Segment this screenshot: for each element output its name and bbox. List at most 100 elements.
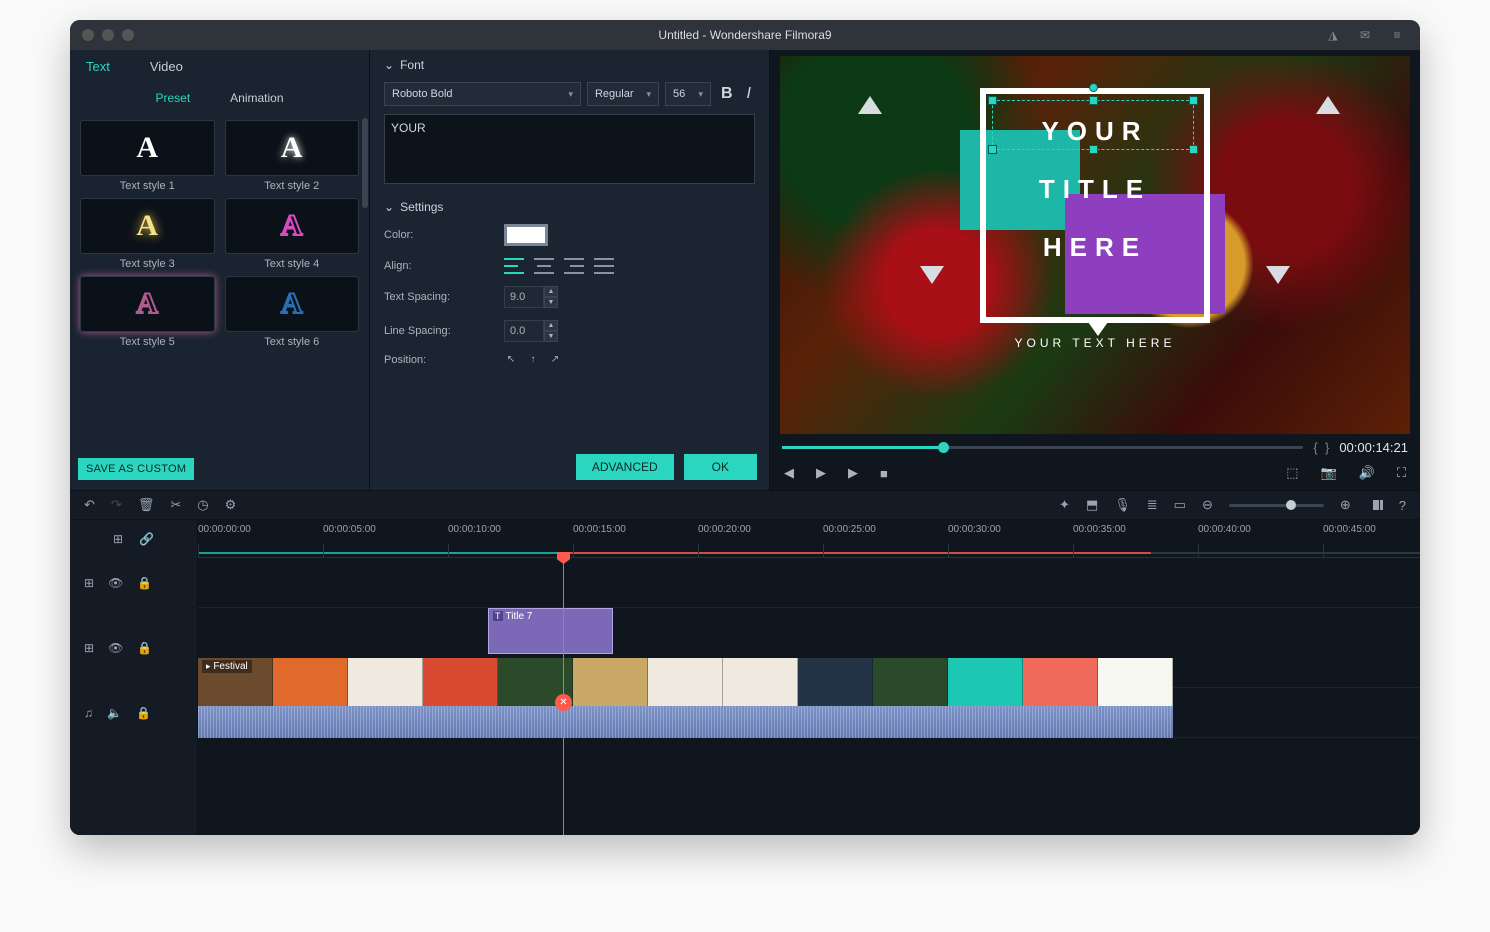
step-down-icon[interactable]: ▼ [544, 297, 558, 308]
color-label: Color: [384, 229, 504, 241]
undo-icon[interactable]: ↶ [84, 497, 95, 513]
menu-icon[interactable]: ≡ [1390, 28, 1404, 42]
video-clip[interactable] [198, 658, 1173, 738]
speed-icon[interactable]: ◷ [197, 497, 208, 513]
top-tabs: Text Video [70, 50, 369, 82]
voiceover-icon[interactable]: 🎙 [1114, 497, 1131, 513]
advanced-button[interactable]: ADVANCED [576, 454, 674, 480]
rotate-handle[interactable] [1089, 83, 1098, 92]
color-swatch[interactable] [504, 224, 548, 246]
preview-canvas[interactable]: YOUR TITLE HERE YOUR TEXT HERE [780, 56, 1410, 434]
zoom-out-icon[interactable]: ⊖ [1202, 497, 1213, 513]
lock-icon[interactable]: 🔒 [137, 576, 152, 590]
stop-button[interactable]: ■ [880, 466, 888, 481]
playhead[interactable]: ✕ [563, 558, 564, 835]
align-center-button[interactable] [534, 258, 554, 274]
align-justify-button[interactable] [594, 258, 614, 274]
play-button[interactable]: ▶ [816, 465, 826, 481]
quality-icon[interactable]: ⬚ [1286, 465, 1298, 481]
crop-icon[interactable]: ▭ [1174, 497, 1186, 513]
lock-icon[interactable]: 🔒 [136, 706, 151, 720]
italic-button[interactable]: I [743, 85, 755, 103]
eye-icon[interactable]: 👁 [108, 641, 123, 655]
font-weight-select[interactable]: Regular▾ [587, 82, 659, 106]
preset-item[interactable]: AText style 2 [225, 120, 360, 192]
save-as-custom-button[interactable]: SAVE AS CUSTOM [78, 458, 194, 480]
preset-item[interactable]: AText style 4 [225, 198, 360, 270]
subtitle-text[interactable]: YOUR TEXT HERE [980, 336, 1210, 350]
preview-scrubber[interactable]: { } 00:00:14:21 [782, 438, 1408, 456]
ok-button[interactable]: OK [684, 454, 757, 480]
lock-icon[interactable]: 🔒 [137, 641, 152, 655]
app-window: Untitled - Wondershare Filmora9 ◮ ✉ ≡ Te… [70, 20, 1420, 835]
fullscreen-icon[interactable]: ⛶ [1397, 465, 1406, 481]
scrubber-knob[interactable] [938, 442, 949, 453]
zoom-in-icon[interactable]: ⊕ [1340, 497, 1351, 513]
help-icon[interactable]: ? [1399, 498, 1406, 513]
video-track-header: ⊞ 👁 🔒 [70, 608, 197, 688]
preset-scrollbar[interactable] [362, 118, 368, 208]
marker-icon [858, 96, 882, 114]
step-up-icon[interactable]: ▲ [544, 286, 558, 297]
chevron-down-icon: ⌄ [384, 200, 394, 214]
pos-tr-button[interactable]: ↗ [548, 354, 562, 366]
delete-icon[interactable]: 🗑 [138, 497, 155, 513]
loop-brackets-icon[interactable]: { } [1313, 440, 1329, 455]
resize-handle[interactable] [1089, 96, 1098, 105]
preset-item[interactable]: AText style 1 [80, 120, 215, 192]
minimize-window-icon[interactable] [102, 29, 114, 41]
tab-text[interactable]: Text [86, 59, 110, 74]
time-ruler[interactable]: 00:00:00:0000:00:05:0000:00:10:0000:00:1… [198, 520, 1420, 558]
track-headers: ⊞ 🔗 ⊞ 👁 🔒 ⊞ 👁 🔒 ♫ 🔈 🔒 [70, 520, 198, 835]
resize-handle[interactable] [1189, 145, 1198, 154]
pos-tl-button[interactable]: ↖ [504, 354, 518, 366]
align-right-button[interactable] [564, 258, 584, 274]
speaker-icon[interactable]: 🔈 [107, 706, 122, 720]
maximize-window-icon[interactable] [122, 29, 134, 41]
pos-t-button[interactable]: ↑ [526, 354, 540, 366]
eye-icon[interactable]: 👁 [108, 576, 123, 590]
resize-handle[interactable] [1189, 96, 1198, 105]
text-selection-box[interactable] [992, 100, 1194, 150]
text-spacing-stepper[interactable]: 9.0▲▼ [504, 286, 755, 308]
subtab-preset[interactable]: Preset [155, 91, 190, 105]
close-window-icon[interactable] [82, 29, 94, 41]
text-content-input[interactable]: YOUR [384, 114, 755, 184]
step-down-icon[interactable]: ▼ [544, 331, 558, 342]
account-icon[interactable]: ◮ [1326, 28, 1340, 42]
render-icon[interactable]: ✦ [1059, 497, 1070, 513]
preset-item[interactable]: AText style 5 [80, 276, 215, 348]
tab-video[interactable]: Video [150, 59, 183, 74]
settings-section-header[interactable]: ⌄Settings [384, 200, 755, 214]
title-clip[interactable]: TTitle 7 [488, 608, 613, 654]
preset-item[interactable]: AText style 3 [80, 198, 215, 270]
step-up-icon[interactable]: ▲ [544, 320, 558, 331]
redo-icon[interactable]: ↷ [111, 497, 122, 513]
preset-item[interactable]: AText style 6 [225, 276, 360, 348]
adjust-icon[interactable]: ⚙ [225, 497, 237, 513]
resize-handle[interactable] [1089, 145, 1098, 154]
font-section-header[interactable]: ⌄Font [384, 58, 755, 72]
timeline-tracks[interactable]: 00:00:00:0000:00:05:0000:00:10:0000:00:1… [198, 520, 1420, 835]
prev-frame-button[interactable]: ◀ [784, 465, 794, 481]
next-frame-button[interactable]: ▶ [848, 465, 858, 481]
font-size-select[interactable]: 56▾ [665, 82, 711, 106]
split-icon[interactable]: ✂ [170, 497, 181, 513]
font-family-select[interactable]: Roboto Bold▾ [384, 82, 581, 106]
volume-icon[interactable]: 🔊 [1359, 465, 1375, 481]
resize-handle[interactable] [988, 96, 997, 105]
link-icon[interactable]: 🔗 [139, 532, 154, 546]
align-left-button[interactable] [504, 258, 524, 274]
message-icon[interactable]: ✉ [1358, 28, 1372, 42]
subtab-animation[interactable]: Animation [230, 91, 283, 105]
add-track-icon[interactable]: ⊞ [113, 532, 123, 546]
bold-button[interactable]: B [717, 85, 737, 103]
mixer-icon[interactable]: ≣ [1147, 497, 1158, 513]
zoom-fit-icon[interactable] [1373, 500, 1383, 510]
line-spacing-stepper[interactable]: 0.0▲▼ [504, 320, 755, 342]
zoom-slider[interactable] [1229, 504, 1324, 507]
snapshot-icon[interactable]: 📷 [1321, 465, 1337, 481]
resize-handle[interactable] [988, 145, 997, 154]
ruler-label: 00:00:20:00 [698, 524, 751, 535]
marker-icon[interactable]: ⬒ [1086, 497, 1098, 513]
